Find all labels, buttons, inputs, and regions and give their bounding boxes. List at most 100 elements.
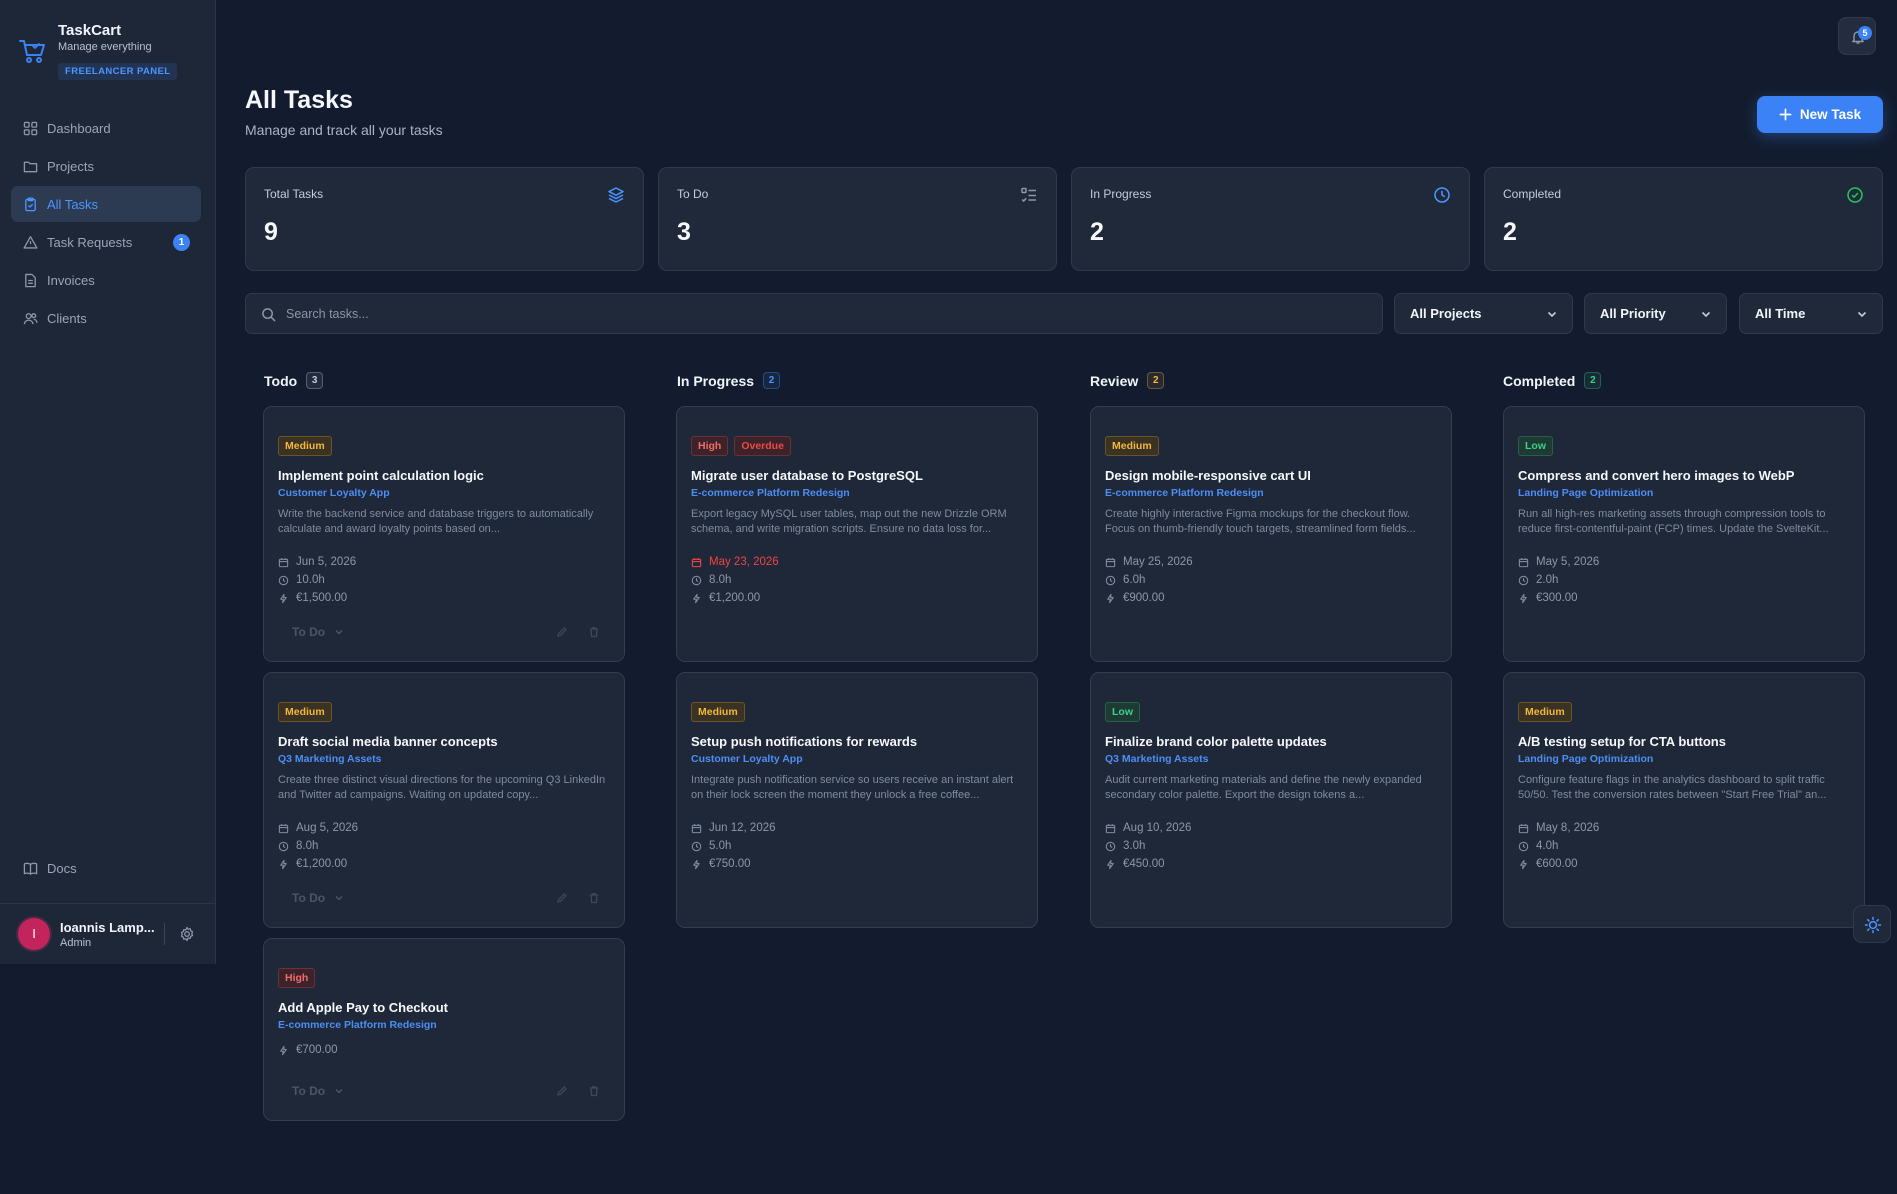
- task-card[interactable]: High Add Apple Pay to Checkout E-commerce …: [263, 938, 625, 1121]
- task-due-date-value: May 8, 2026: [1536, 822, 1600, 834]
- stat-label: In Progress: [1090, 187, 1152, 201]
- task-due-date: Aug 10, 2026: [1105, 822, 1191, 834]
- task-project-link[interactable]: Customer Loyalty App: [691, 753, 803, 765]
- sidebar-item-label: Clients: [47, 310, 87, 326]
- task-requests-badge: 1: [173, 234, 190, 251]
- task-title: Implement point calculation logic: [278, 468, 484, 483]
- clock-icon: [1105, 575, 1116, 585]
- column-title: Todo: [264, 372, 298, 389]
- priority-filter-value: All Priority: [1600, 306, 1666, 321]
- bolt-icon: [1107, 593, 1114, 603]
- task-title: Finalize brand color palette updates: [1105, 734, 1327, 749]
- avatar[interactable]: I: [18, 918, 50, 950]
- trash-icon[interactable]: [588, 1085, 600, 1097]
- bolt-icon: [280, 1045, 287, 1055]
- trash-icon[interactable]: [588, 626, 600, 638]
- priority-badge: Medium: [1105, 436, 1159, 456]
- stat-value: 2: [1503, 218, 1517, 246]
- chevron-down-icon: [1701, 311, 1711, 318]
- edit-icon[interactable]: [556, 892, 568, 904]
- task-project-link[interactable]: E-commerce Platform Redesign: [278, 1019, 437, 1031]
- calendar-icon: [1105, 557, 1116, 567]
- task-hours-value: 2.0h: [1536, 574, 1559, 586]
- task-amount: €600.00: [1518, 858, 1578, 870]
- task-title: A/B testing setup for CTA buttons: [1518, 734, 1726, 749]
- clock-icon: [278, 575, 289, 585]
- clock-icon: [691, 841, 702, 851]
- task-hours: 6.0h: [1105, 574, 1145, 586]
- sidebar-item-label: Dashboard: [47, 120, 111, 136]
- task-card[interactable]: Medium Setup push notifications for rewar…: [676, 672, 1038, 928]
- task-amount-value: €1,200.00: [709, 592, 761, 604]
- priority-filter[interactable]: All Priority: [1584, 293, 1727, 334]
- brand-name: TaskCart: [58, 22, 122, 39]
- notification-count: 5: [1858, 26, 1872, 40]
- task-card[interactable]: Medium Design mobile-responsive cart UI E-…: [1090, 406, 1452, 662]
- docs-section: Docs: [11, 850, 201, 888]
- notifications-button[interactable]: 5: [1838, 17, 1876, 55]
- alert-triangle-icon: [23, 235, 38, 249]
- search-input[interactable]: [286, 294, 1366, 333]
- column-header-review: Review 2: [1090, 372, 1165, 389]
- calendar-icon: [1518, 557, 1529, 567]
- task-title: Add Apple Pay to Checkout: [278, 1000, 448, 1015]
- task-card[interactable]: High Overdue Migrate user database to Post…: [676, 406, 1038, 662]
- task-card[interactable]: Medium Implement point calculation logic C…: [263, 406, 625, 662]
- theme-toggle-button[interactable]: [1853, 905, 1891, 943]
- sidebar-item-invoices[interactable]: Invoices: [11, 262, 201, 298]
- gear-icon[interactable]: [179, 926, 195, 942]
- sidebar-item-clients[interactable]: Clients: [11, 300, 201, 336]
- task-hours-value: 5.0h: [709, 840, 732, 852]
- plus-icon: [1779, 108, 1792, 121]
- trash-icon[interactable]: [588, 892, 600, 904]
- tags: Low: [1105, 702, 1140, 722]
- edit-icon[interactable]: [556, 626, 568, 638]
- bolt-icon: [693, 593, 700, 603]
- priority-badge: High: [691, 436, 729, 456]
- task-card[interactable]: Low Finalize brand color palette updates Q…: [1090, 672, 1452, 928]
- task-amount: €450.00: [1105, 858, 1165, 870]
- brand[interactable]: TaskCart Manage everything FREELANCER PA…: [18, 22, 178, 80]
- sidebar-item-docs[interactable]: Docs: [11, 850, 201, 886]
- task-project-link[interactable]: Q3 Marketing Assets: [278, 753, 381, 765]
- sidebar-item-all-tasks[interactable]: All Tasks: [11, 186, 201, 222]
- layers-icon: [608, 187, 624, 203]
- column-count: 3: [306, 372, 324, 389]
- sidebar-item-label: Docs: [47, 860, 77, 876]
- status-dropdown[interactable]: To Do: [292, 625, 344, 639]
- column-header-todo: Todo 3: [264, 372, 324, 389]
- column-header-completed: Completed 2: [1503, 372, 1602, 389]
- task-card[interactable]: Medium A/B testing setup for CTA buttons L…: [1503, 672, 1865, 928]
- sidebar-item-projects[interactable]: Projects: [11, 148, 201, 184]
- task-project-link[interactable]: E-commerce Platform Redesign: [691, 487, 850, 499]
- task-due-date: May 8, 2026: [1518, 822, 1599, 834]
- task-project-link[interactable]: Landing Page Optimization: [1518, 487, 1653, 499]
- sidebar-item-task-requests[interactable]: Task Requests 1: [11, 224, 201, 260]
- projects-filter[interactable]: All Projects: [1394, 293, 1573, 334]
- task-due-date: Jun 12, 2026: [691, 822, 776, 834]
- stat-completed: Completed 2: [1484, 167, 1883, 271]
- new-task-button[interactable]: New Task: [1757, 96, 1883, 133]
- task-hours: 10.0h: [278, 574, 325, 586]
- status-dropdown[interactable]: To Do: [292, 891, 344, 905]
- task-due-date: May 25, 2026: [1105, 556, 1193, 568]
- task-project-link[interactable]: Customer Loyalty App: [278, 487, 390, 499]
- tags: High: [278, 968, 316, 988]
- clock-icon: [1518, 841, 1529, 851]
- task-amount: €300.00: [1518, 592, 1578, 604]
- task-amount-value: €1,500.00: [296, 592, 348, 604]
- edit-icon[interactable]: [556, 1085, 568, 1097]
- status-dropdown[interactable]: To Do: [292, 1084, 344, 1098]
- task-title: Setup push notifications for rewards: [691, 734, 918, 749]
- task-project-link[interactable]: Q3 Marketing Assets: [1105, 753, 1208, 765]
- bolt-icon: [693, 859, 700, 869]
- task-hours: 5.0h: [691, 840, 731, 852]
- task-card[interactable]: Medium Draft social media banner concepts…: [263, 672, 625, 928]
- time-filter[interactable]: All Time: [1739, 293, 1883, 334]
- task-project-link[interactable]: Landing Page Optimization: [1518, 753, 1653, 765]
- task-hours: 2.0h: [1518, 574, 1558, 586]
- sidebar-item-dashboard[interactable]: Dashboard: [11, 110, 201, 146]
- task-card[interactable]: Low Compress and convert hero images to W…: [1503, 406, 1865, 662]
- folder-icon: [23, 161, 38, 172]
- task-project-link[interactable]: E-commerce Platform Redesign: [1105, 487, 1264, 499]
